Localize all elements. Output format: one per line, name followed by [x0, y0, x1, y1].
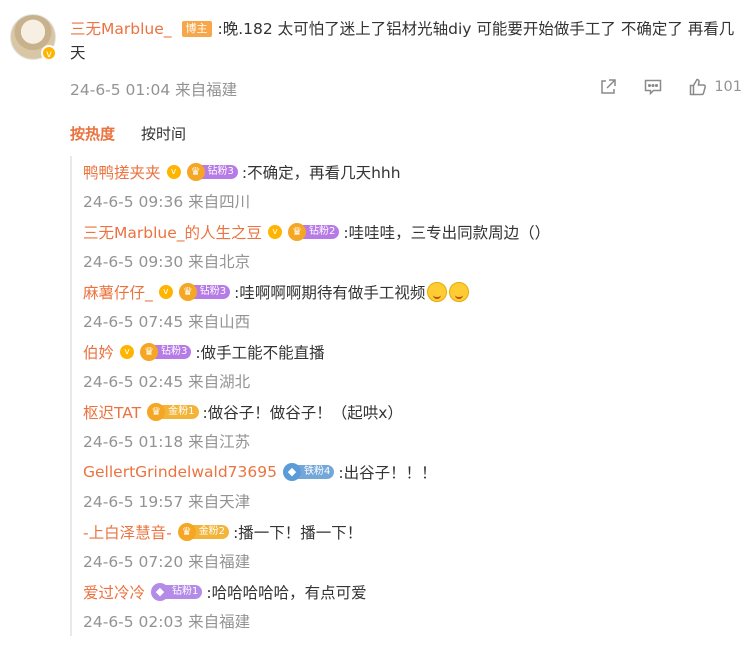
reply-meta: 24-6-5 02:03 来自福建	[83, 613, 251, 631]
share-icon	[601, 79, 617, 94]
fan-badge: ◆ 铁粉4	[282, 463, 335, 481]
reply-author[interactable]: -上白泽慧音-	[83, 521, 172, 543]
avatar[interactable]: v	[10, 14, 57, 61]
like-button[interactable]: 101	[688, 77, 742, 97]
reply-author[interactable]: GellertGrindelwald73695	[83, 463, 277, 481]
crown-icon: ♛	[140, 343, 159, 361]
fan-badge: ♛ 钻粉3	[178, 283, 231, 301]
diamond-icon: ◆	[151, 583, 170, 601]
verified-icon: v	[166, 165, 181, 179]
reply-text: :出谷子！！！	[338, 464, 437, 482]
blogger-badge: 博主	[181, 21, 212, 37]
verified-icon: v	[120, 345, 135, 359]
post-meta: 24-6-5 01:04 来自福建	[70, 81, 238, 99]
fan-badge: ♛ 钻粉3	[186, 163, 238, 181]
reply-author[interactable]: 三无Marblue_的人生之豆	[83, 221, 262, 243]
reply-meta: 24-6-5 07:20 来自福建	[83, 553, 251, 571]
reply-list: 鸭鸭搓夹夹 v ♛ 钻粉3 :不确定，再看几天hhh 24-6-5 09:36 来…	[70, 156, 746, 636]
reply-meta: 24-6-5 19:57 来自天津	[83, 493, 251, 511]
reply-text: :做手工能不能直播	[195, 344, 325, 362]
fan-badge: ♛ 钻粉3	[140, 343, 192, 361]
reply-author[interactable]: 鸭鸭搓夹夹	[83, 161, 161, 183]
reply-author[interactable]: 麻薯仔仔_	[83, 281, 153, 303]
tab-sort-time[interactable]: 按时间	[141, 123, 186, 144]
thumb-up-icon	[690, 78, 707, 96]
reply-author[interactable]: 枢迟TAT	[83, 401, 141, 423]
reply-text: :播一下！播一下！	[233, 524, 363, 542]
reply-meta: 24-6-5 09:36 来自四川	[83, 193, 251, 211]
list-item: 伯妗 v ♛ 钻粉3 :做手工能不能直播 24-6-5 02:45 来自湖北	[83, 336, 746, 396]
crown-icon: ♛	[177, 523, 196, 541]
fan-badge: ♛ 金粉1	[147, 403, 199, 421]
verified-icon: v	[158, 285, 173, 299]
emoji-grin-icon	[449, 282, 470, 302]
fan-badge: ♛ 金粉2	[177, 523, 230, 541]
comment-icon	[645, 79, 662, 96]
verified-icon: v	[41, 45, 57, 61]
reply-author[interactable]: 伯妗	[83, 341, 114, 363]
tab-sort-hot[interactable]: 按热度	[70, 123, 115, 144]
list-item: -上白泽慧音- ♛ 金粉2 :播一下！播一下！ 24-6-5 07:20 来自福建	[83, 516, 746, 576]
fan-badge: ♛ 钻粉2	[288, 223, 340, 241]
list-item: 枢迟TAT ♛ 金粉1 :做谷子！做谷子！（起哄x） 24-6-5 01:18 来…	[83, 396, 746, 456]
reply-meta: 24-6-5 09:30 来自北京	[83, 253, 251, 271]
reply-text: :哇啊啊啊期待有做手工视频	[234, 284, 426, 302]
reply-text: :哇哇哇，三专出同款周边（）	[343, 224, 551, 242]
post-author[interactable]: 三无Marblue_	[70, 20, 172, 38]
reply-meta: 24-6-5 07:45 来自山西	[83, 313, 251, 331]
reply-text: :做谷子！做谷子！（起哄x）	[202, 404, 403, 422]
comment-button[interactable]	[643, 77, 663, 97]
crown-icon: ♛	[288, 223, 306, 241]
emoji-grin-icon	[427, 282, 448, 302]
reply-meta: 24-6-5 01:18 来自江苏	[83, 433, 251, 451]
list-item: 三无Marblue_的人生之豆 v ♛ 钻粉2 :哇哇哇，三专出同款周边（） 24…	[83, 216, 746, 276]
post-actions: 101	[573, 76, 742, 98]
reply-text: :不确定，再看几天hhh	[241, 164, 401, 182]
list-item: 麻薯仔仔_ v ♛ 钻粉3 :哇啊啊啊期待有做手工视频 24-6-5 07:45 …	[83, 276, 746, 336]
crown-icon: ♛	[178, 283, 197, 301]
reply-meta: 24-6-5 02:45 来自湖北	[83, 373, 251, 391]
verified-icon: v	[268, 225, 282, 239]
sort-tabs: 按热度 按时间	[70, 123, 186, 144]
share-button[interactable]	[598, 77, 618, 97]
crown-icon: ♛	[186, 163, 205, 181]
list-item: 鸭鸭搓夹夹 v ♛ 钻粉3 :不确定，再看几天hhh 24-6-5 09:36 来…	[83, 156, 746, 216]
list-item: GellertGrindelwald73695 ◆ 铁粉4 :出谷子！！！ 24-…	[83, 456, 746, 516]
like-count: 101	[714, 79, 742, 95]
fan-badge: ◆ 钻粉1	[151, 583, 203, 601]
list-item: 爱过冷冷 ◆ 钻粉1 :哈哈哈哈哈，有点可爱 24-6-5 02:03 来自福建	[83, 576, 746, 636]
reply-author[interactable]: 爱过冷冷	[83, 581, 145, 603]
reply-text: :哈哈哈哈哈，有点可爱	[206, 584, 367, 602]
main-comment: 三无Marblue_ 博主:晚.182 太可怕了迷上了铝材光轴diy 可能要开始做…	[70, 17, 746, 65]
diamond-icon: ◆	[282, 463, 301, 481]
